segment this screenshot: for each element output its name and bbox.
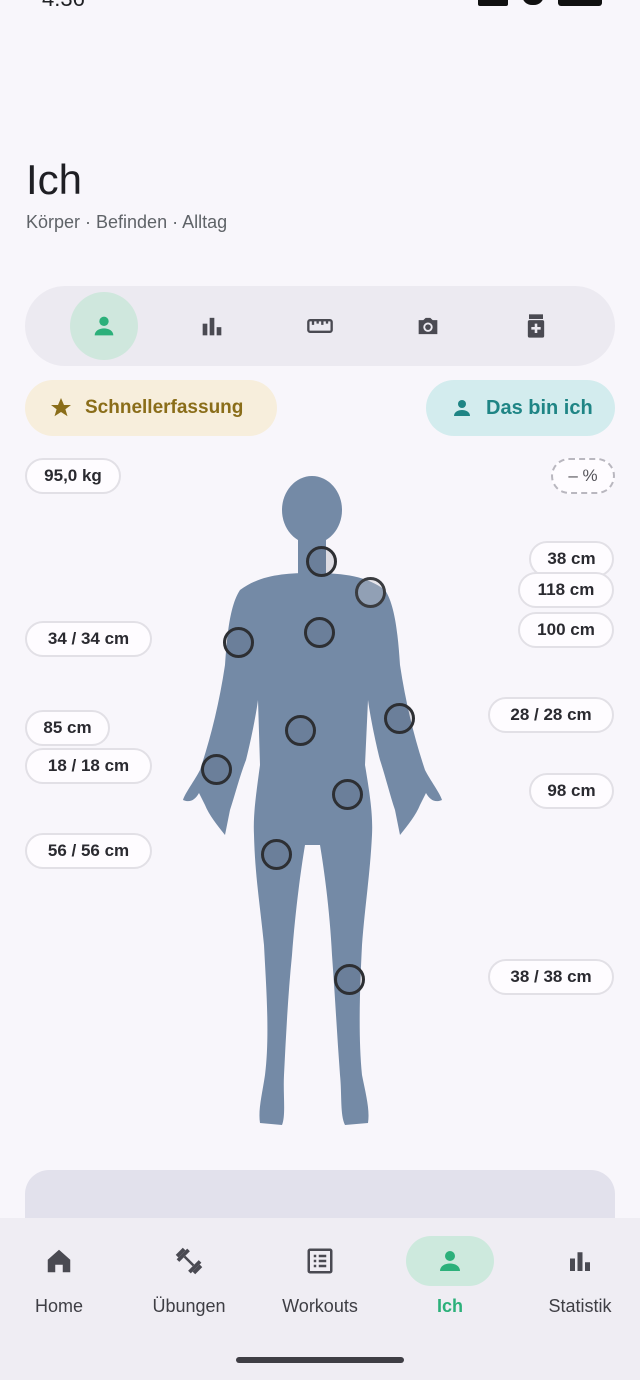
chest-marker[interactable] <box>304 617 335 648</box>
bar-chart-icon <box>570 1252 590 1271</box>
section-tabbar <box>25 286 615 366</box>
nav-statistics[interactable]: Statistik <box>516 1236 640 1317</box>
tab-medication[interactable] <box>502 292 570 360</box>
upper-arm-pill[interactable]: 34 / 34 cm <box>25 621 152 657</box>
page-title: Ich <box>26 156 83 203</box>
nav-home-icon-wrap <box>15 1236 103 1286</box>
weight-pill[interactable]: 95,0 kg <box>25 458 121 494</box>
body-fat-pill[interactable]: – % <box>551 458 615 494</box>
page-subtitle: Körper · Befinden · Alltag <box>26 212 228 232</box>
status-icons <box>478 0 602 6</box>
signal-icon <box>478 0 508 6</box>
bar-chart-icon <box>202 317 222 336</box>
status-bar: 4:36 <box>0 0 640 16</box>
screen: 4:36 Ich Körper · Befinden · Alltag Schn… <box>0 0 640 1380</box>
person-icon <box>440 1251 460 1271</box>
thigh-marker[interactable] <box>261 839 292 870</box>
shoulder-marker[interactable] <box>355 577 386 608</box>
tab-photos[interactable] <box>394 292 462 360</box>
tab-stats[interactable] <box>178 292 246 360</box>
star-icon <box>51 398 71 417</box>
waist-pill[interactable]: 100 cm <box>518 612 614 648</box>
nav-home[interactable]: Home <box>0 1236 123 1317</box>
nav-me[interactable]: Ich <box>386 1236 514 1317</box>
neck-marker[interactable] <box>306 546 337 577</box>
that-is-me-button[interactable]: Das bin ich <box>426 380 615 436</box>
forearm-marker[interactable] <box>384 703 415 734</box>
quick-entry-label: Schnellerfassung <box>85 397 244 418</box>
belly-pill[interactable]: 85 cm <box>25 710 110 746</box>
nav-exercises-icon-wrap <box>145 1236 233 1286</box>
bottom-navigation: Home Übungen Workouts Ich Statistik <box>0 1218 640 1380</box>
nav-home-label: Home <box>34 1296 83 1316</box>
hip-marker[interactable] <box>332 779 363 810</box>
calf-pill[interactable]: 38 / 38 cm <box>488 959 614 995</box>
camera-icon <box>418 317 438 335</box>
nav-me-label: Ich <box>436 1296 463 1316</box>
chest-pill[interactable]: 118 cm <box>518 572 614 608</box>
nav-workouts-label: Workouts <box>282 1296 358 1316</box>
upper-arm-marker[interactable] <box>223 627 254 658</box>
nav-exercises[interactable]: Übungen <box>125 1236 253 1317</box>
calf-marker[interactable] <box>334 964 365 995</box>
wrist-pill[interactable]: 18 / 18 cm <box>25 748 152 784</box>
list-icon <box>307 1248 333 1274</box>
medication-icon <box>527 314 545 338</box>
ruler-icon <box>307 319 333 333</box>
that-is-me-label: Das bin ich <box>486 396 593 419</box>
battery-icon <box>558 0 602 6</box>
dumbbell-icon <box>175 1247 203 1275</box>
tab-body[interactable] <box>70 292 138 360</box>
nav-workouts-icon-wrap <box>276 1236 364 1286</box>
home-icon <box>47 1249 71 1273</box>
forearm-pill[interactable]: 28 / 28 cm <box>488 697 614 733</box>
person-icon <box>94 316 114 336</box>
nav-statistics-icon-wrap <box>536 1236 624 1286</box>
tab-measurements[interactable] <box>286 292 354 360</box>
wrist-marker[interactable] <box>201 754 232 785</box>
wifi-icon <box>522 0 544 5</box>
nav-me-icon-wrap <box>406 1236 494 1286</box>
nav-statistics-label: Statistik <box>548 1296 612 1316</box>
thigh-pill[interactable]: 56 / 56 cm <box>25 833 152 869</box>
quick-entry-button[interactable]: Schnellerfassung <box>25 380 277 436</box>
hip-pill[interactable]: 98 cm <box>529 773 614 809</box>
nav-workouts[interactable]: Workouts <box>256 1236 384 1317</box>
nav-exercises-label: Übungen <box>152 1296 226 1316</box>
home-indicator[interactable] <box>236 1357 404 1363</box>
waist-marker[interactable] <box>285 715 316 746</box>
status-time: 4:36 <box>42 0 85 12</box>
person-icon <box>454 400 470 416</box>
